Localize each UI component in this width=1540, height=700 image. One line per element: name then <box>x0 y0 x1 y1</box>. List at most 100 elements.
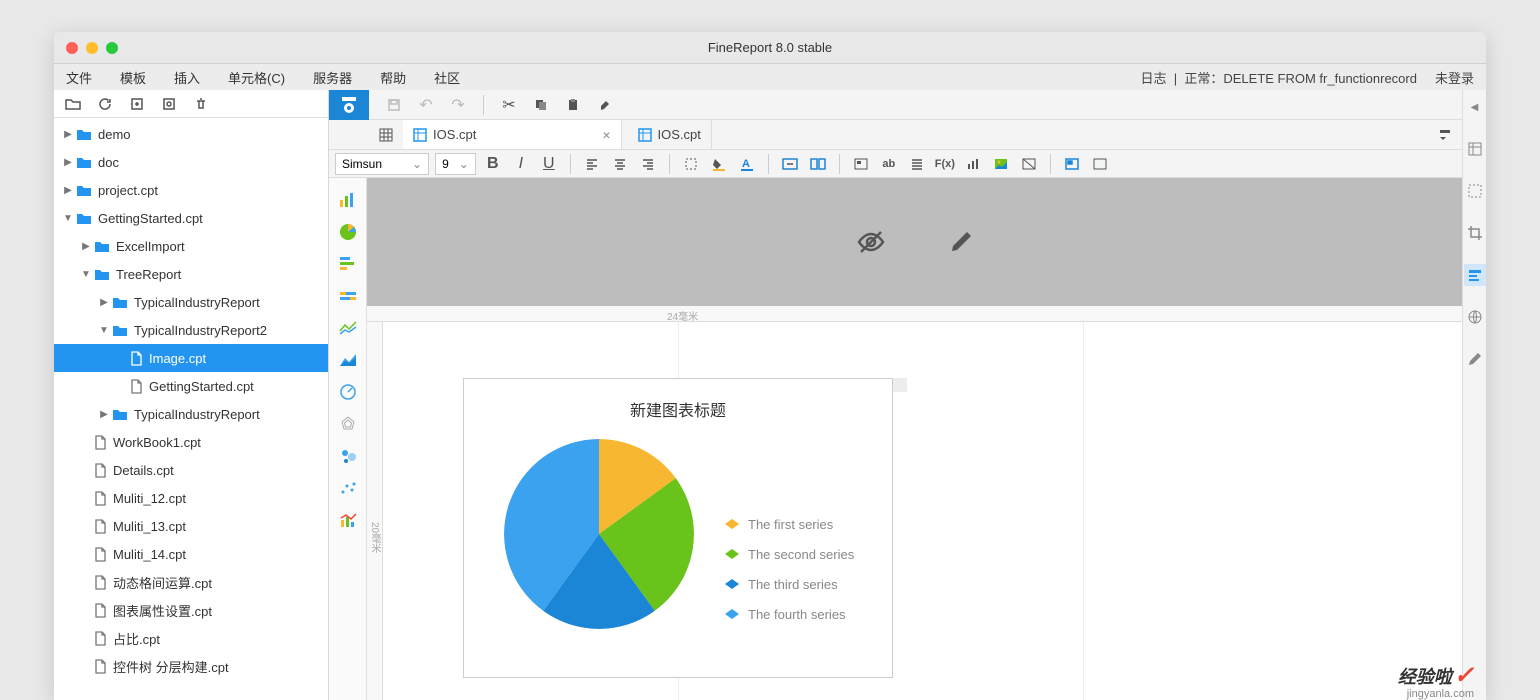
insert-cell-icon[interactable] <box>850 153 872 175</box>
tree-folder[interactable]: ▼TypicalIndustryReport2 <box>54 316 328 344</box>
insert-image-icon[interactable] <box>990 153 1012 175</box>
globe-icon[interactable] <box>1464 306 1486 328</box>
underline-button[interactable]: U <box>538 153 560 175</box>
insert-chart-icon[interactable] <box>906 153 928 175</box>
delete-icon[interactable] <box>190 93 212 115</box>
radar-chart-icon[interactable] <box>338 414 358 434</box>
align-right-icon[interactable] <box>637 153 659 175</box>
grid-props-icon[interactable] <box>1464 180 1486 202</box>
menu-help[interactable]: 帮助 <box>380 68 406 87</box>
unmerge-cells-icon[interactable] <box>807 153 829 175</box>
area-chart-icon[interactable] <box>338 350 358 370</box>
gauge-chart-icon[interactable] <box>338 382 358 402</box>
tree-folder[interactable]: ▼TreeReport <box>54 260 328 288</box>
close-tab-icon[interactable]: × <box>602 127 610 143</box>
new-file-icon[interactable] <box>126 93 148 115</box>
bar-chart-icon[interactable] <box>338 254 358 274</box>
tree-file[interactable]: Muliti_13.cpt <box>54 512 328 540</box>
menu-community[interactable]: 社区 <box>434 68 460 87</box>
tree-arrow-icon[interactable]: ▶ <box>62 185 74 196</box>
tree-file[interactable]: GettingStarted.cpt <box>54 372 328 400</box>
tree-arrow-icon[interactable]: ▶ <box>62 129 74 140</box>
edit-icon[interactable] <box>947 228 975 256</box>
tree-file[interactable]: WorkBook1.cpt <box>54 428 328 456</box>
subreport-icon[interactable] <box>1061 153 1083 175</box>
menu-file[interactable]: 文件 <box>66 68 92 87</box>
tree-arrow-icon[interactable]: ▼ <box>98 325 110 336</box>
format-painter-icon[interactable] <box>594 94 616 116</box>
log-status[interactable]: 日志 | 正常：DELETE FROM fr_functionrecord <box>1141 68 1417 87</box>
tree-folder[interactable]: ▶ExcelImport <box>54 232 328 260</box>
font-color-icon[interactable]: A <box>736 153 758 175</box>
menu-insert[interactable]: 插入 <box>174 68 200 87</box>
tree-arrow-icon[interactable]: ▶ <box>98 297 110 308</box>
font-name-select[interactable]: Simsun⌄ <box>335 153 429 175</box>
tab-active[interactable]: IOS.cpt × <box>403 120 622 149</box>
bubble-chart-icon[interactable] <box>338 446 358 466</box>
preview-button[interactable] <box>329 90 369 120</box>
tree-arrow-icon[interactable]: ▼ <box>62 213 74 224</box>
tree-file[interactable]: 占比.cpt <box>54 624 328 652</box>
crop-icon[interactable] <box>1464 222 1486 244</box>
align-center-icon[interactable] <box>609 153 631 175</box>
open-folder-icon[interactable] <box>62 93 84 115</box>
menu-server[interactable]: 服务器 <box>313 68 352 87</box>
align-left-icon[interactable] <box>581 153 603 175</box>
close-window-button[interactable] <box>66 42 78 54</box>
tree-folder[interactable]: ▶demo <box>54 120 328 148</box>
file-tree[interactable]: ▶demo▶doc▶project.cpt▼GettingStarted.cpt… <box>54 118 328 700</box>
param-panel[interactable] <box>367 178 1462 306</box>
stacked-bar-icon[interactable] <box>338 286 358 306</box>
login-status[interactable]: 未登录 <box>1435 68 1474 87</box>
tree-arrow-icon[interactable]: ▼ <box>80 269 92 280</box>
column-chart-icon[interactable] <box>338 190 358 210</box>
diagonal-icon[interactable] <box>1018 153 1040 175</box>
tree-file[interactable]: Muliti_14.cpt <box>54 540 328 568</box>
font-size-select[interactable]: 9⌄ <box>435 153 476 175</box>
tree-folder[interactable]: ▶doc <box>54 148 328 176</box>
formula-button[interactable]: F(x) <box>934 153 956 175</box>
chart-element[interactable]: 新建图表标题 The first seriesThe second series… <box>463 378 893 678</box>
copy-icon[interactable] <box>530 94 552 116</box>
italic-button[interactable]: I <box>510 153 532 175</box>
style-panel-icon[interactable] <box>1464 264 1486 286</box>
undo-icon[interactable]: ↶ <box>415 94 437 116</box>
insert-column-chart-icon[interactable] <box>962 153 984 175</box>
hide-icon[interactable] <box>855 228 887 256</box>
tree-file[interactable]: Image.cpt <box>54 344 328 372</box>
combo-chart-icon[interactable] <box>338 510 358 530</box>
menu-template[interactable]: 模板 <box>120 68 146 87</box>
tree-file[interactable]: 动态格间运算.cpt <box>54 568 328 596</box>
tree-arrow-icon[interactable]: ▶ <box>62 157 74 168</box>
text-button[interactable]: ab <box>878 153 900 175</box>
tree-folder[interactable]: ▶project.cpt <box>54 176 328 204</box>
pie-chart-icon[interactable] <box>338 222 358 242</box>
tab-menu-icon[interactable] <box>1434 124 1456 146</box>
scatter-chart-icon[interactable] <box>338 478 358 498</box>
tree-arrow-icon[interactable]: ▶ <box>80 241 92 252</box>
border-icon[interactable] <box>680 153 702 175</box>
tree-file[interactable]: 控件树 分层构建.cpt <box>54 652 328 680</box>
redo-icon[interactable]: ↷ <box>447 94 469 116</box>
pencil-icon[interactable] <box>1464 348 1486 370</box>
grid-view-icon[interactable] <box>375 124 397 146</box>
minimize-window-button[interactable] <box>86 42 98 54</box>
tree-arrow-icon[interactable]: ▶ <box>98 409 110 420</box>
cut-icon[interactable]: ✂ <box>498 94 520 116</box>
tree-folder[interactable]: ▶TypicalIndustryReport <box>54 288 328 316</box>
chevron-left-icon[interactable]: ◀ <box>1464 96 1486 118</box>
tree-file[interactable]: Details.cpt <box>54 456 328 484</box>
float-element-icon[interactable] <box>1089 153 1111 175</box>
menu-cell[interactable]: 单元格(C) <box>228 68 285 87</box>
report-canvas[interactable]: 新建图表标题 The first seriesThe second series… <box>383 322 1462 700</box>
line-chart-icon[interactable] <box>338 318 358 338</box>
save-icon[interactable] <box>383 94 405 116</box>
tree-folder[interactable]: ▶TypicalIndustryReport <box>54 400 328 428</box>
fill-color-icon[interactable] <box>708 153 730 175</box>
refresh-icon[interactable] <box>94 93 116 115</box>
cell-props-icon[interactable] <box>1464 138 1486 160</box>
merge-cells-icon[interactable] <box>779 153 801 175</box>
tree-folder[interactable]: ▼GettingStarted.cpt <box>54 204 328 232</box>
tab-inactive[interactable]: IOS.cpt <box>628 120 712 149</box>
tree-file[interactable]: Muliti_12.cpt <box>54 484 328 512</box>
